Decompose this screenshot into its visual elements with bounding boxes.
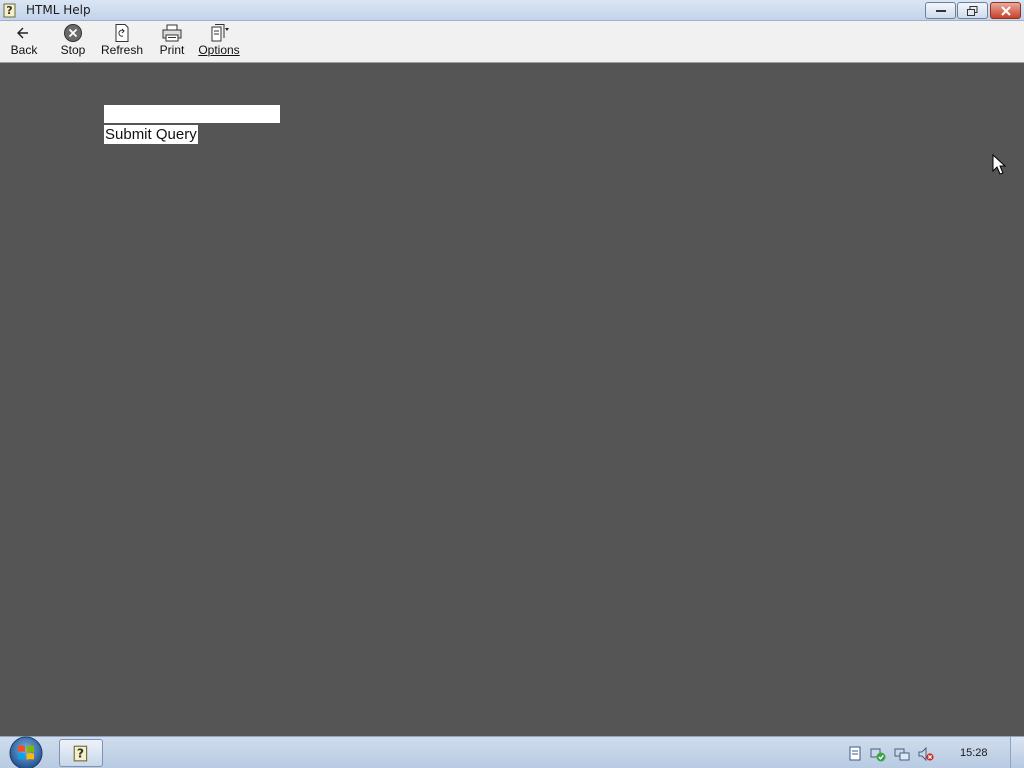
- taskbar-html-help[interactable]: ?: [59, 739, 103, 767]
- options-label: Options: [198, 43, 240, 57]
- restore-icon: [967, 5, 978, 16]
- stop-label: Stop: [60, 43, 86, 57]
- minimize-button[interactable]: [925, 2, 956, 19]
- restore-button[interactable]: [957, 2, 988, 19]
- back-button[interactable]: Back: [10, 23, 38, 61]
- back-arrow-icon: [17, 27, 28, 39]
- stop-icon: [64, 24, 82, 42]
- security-check-icon[interactable]: [870, 746, 886, 762]
- show-desktop-button[interactable]: [1010, 737, 1024, 768]
- close-button[interactable]: [990, 2, 1021, 19]
- clock[interactable]: 15:28: [960, 747, 988, 759]
- options-button[interactable]: Options: [198, 23, 240, 61]
- print-button[interactable]: Print: [158, 23, 186, 61]
- title-bar: ? HTML Help: [0, 0, 1024, 21]
- start-button[interactable]: [8, 736, 44, 768]
- help-question-icon: ?: [73, 745, 88, 762]
- refresh-button[interactable]: Refresh: [100, 23, 144, 61]
- toolbar: Back Stop Refresh Print Options: [0, 21, 1024, 63]
- printer-icon: [162, 24, 182, 42]
- network-icon[interactable]: [894, 746, 910, 762]
- minimize-icon: [935, 9, 946, 12]
- submit-query-button[interactable]: Submit Query: [104, 125, 198, 144]
- refresh-icon: [115, 24, 129, 42]
- refresh-label: Refresh: [100, 43, 144, 57]
- svg-text:?: ?: [6, 4, 12, 17]
- notes-icon[interactable]: [847, 746, 863, 762]
- help-question-icon: ?: [3, 3, 16, 18]
- options-icon: [211, 24, 229, 42]
- mouse-cursor-icon: [992, 154, 1006, 175]
- print-label: Print: [159, 43, 185, 57]
- window-title: HTML Help: [26, 3, 91, 17]
- volume-muted-icon[interactable]: [918, 746, 934, 762]
- svg-text:?: ?: [77, 747, 84, 761]
- back-label: Back: [10, 43, 38, 57]
- query-input[interactable]: [104, 105, 280, 123]
- stop-button[interactable]: Stop: [58, 23, 88, 61]
- close-icon: [1000, 5, 1011, 16]
- taskbar: ? 15:28: [0, 736, 1024, 768]
- content-pane: Submit Query: [1, 63, 1023, 736]
